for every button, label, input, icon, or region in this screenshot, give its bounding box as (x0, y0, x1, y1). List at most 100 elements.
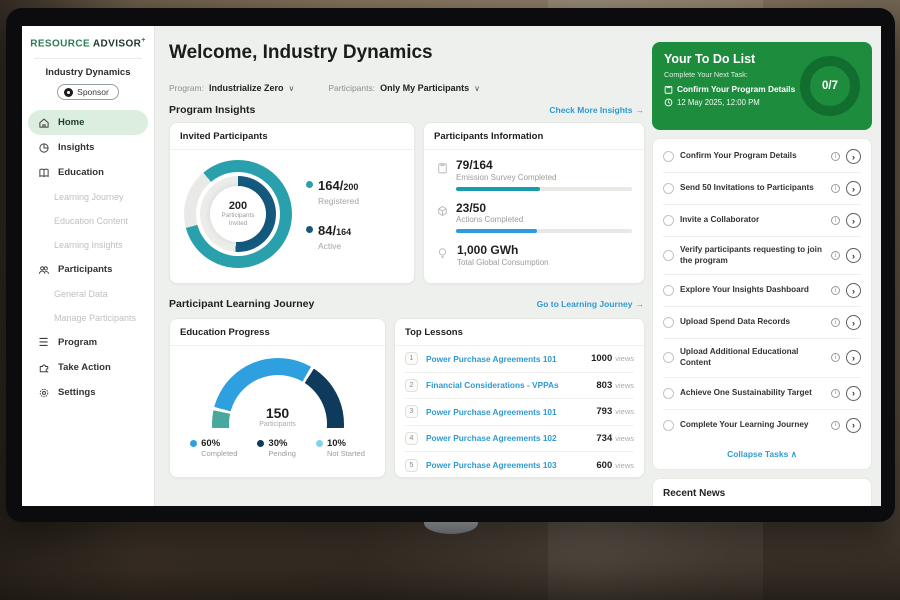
collapse-label: Collapse Tasks (727, 449, 788, 459)
legend-denominator: 164 (336, 227, 351, 237)
sidebar-item-program[interactable]: ☰ Program (28, 330, 148, 355)
lesson-link[interactable]: Power Purchase Agreements 101 (426, 354, 591, 364)
sidebar-item-manage-participants[interactable]: Manage Participants (22, 306, 154, 330)
people-icon (37, 263, 50, 276)
task-checkbox[interactable] (663, 250, 674, 261)
gauge-label: Participants (212, 421, 344, 428)
due-date-row: 12 May 2025, 12:00 PM (664, 98, 795, 107)
legend-active: 84/164 Active (306, 222, 359, 251)
check-more-insights-link[interactable]: Check More Insights→ (549, 105, 644, 115)
task-open-button[interactable]: › (846, 181, 861, 196)
views-label: views (615, 461, 634, 470)
link-label: Go to Learning Journey (537, 299, 633, 309)
sidebar-nav: Home Insights Education Learning Journey… (22, 110, 154, 405)
lesson-link[interactable]: Financial Considerations - VPPAs (426, 380, 596, 390)
light-blue-dot-icon (316, 440, 323, 447)
lesson-link[interactable]: Power Purchase Agreements 103 (426, 460, 596, 470)
sidebar-item-label: Home (58, 117, 84, 128)
brand-logo[interactable]: RESOURCE ADVISOR+ (22, 26, 154, 49)
info-icon[interactable]: i (831, 216, 840, 225)
task-checkbox[interactable] (663, 183, 674, 194)
info-icon[interactable]: i (831, 318, 840, 327)
sponsor-icon (64, 88, 73, 97)
next-task-label: Confirm Your Program Details (677, 84, 795, 94)
task-open-button[interactable]: › (846, 213, 861, 228)
sidebar-item-education[interactable]: Education (28, 160, 148, 185)
todo-title: Your To Do List (664, 52, 795, 66)
participants-filter-label: Participants: (328, 83, 375, 93)
legend-denominator: 200 (343, 182, 358, 192)
list-icon: ☰ (37, 336, 50, 349)
participants-information-card: Participants Information 79/164 Emission… (423, 122, 645, 284)
section-title: Participant Learning Journey (169, 298, 314, 310)
task-checkbox[interactable] (663, 285, 674, 296)
sidebar-item-settings[interactable]: Settings (28, 380, 148, 405)
task-checkbox[interactable] (663, 215, 674, 226)
todo-progress-ring: 0/7 (800, 56, 860, 116)
chevron-right-icon: › (852, 286, 855, 296)
sidebar-item-insights[interactable]: Insights (28, 135, 148, 160)
chevron-right-icon: › (852, 353, 855, 363)
sidebar-item-take-action[interactable]: Take Action (28, 355, 148, 380)
sidebar-item-label: Insights (58, 142, 94, 153)
task-checkbox[interactable] (663, 388, 674, 399)
sidebar-item-education-content[interactable]: Education Content (22, 209, 154, 233)
task-open-button[interactable]: › (846, 149, 861, 164)
info-icon[interactable]: i (831, 353, 840, 362)
task-checkbox[interactable] (663, 420, 674, 431)
go-to-learning-journey-link[interactable]: Go to Learning Journey→ (537, 299, 644, 309)
task-label: Upload Additional Educational Content (680, 347, 825, 368)
task-open-button[interactable]: › (846, 418, 861, 433)
task-open-button[interactable]: › (846, 315, 861, 330)
views-count: 734 (596, 433, 612, 444)
task-label: Invite a Collaborator (680, 215, 825, 226)
navy-dot-icon (306, 226, 313, 233)
info-icon[interactable]: i (831, 389, 840, 398)
sidebar-item-participants[interactable]: Participants (28, 257, 148, 282)
blue-dot-icon (190, 440, 197, 447)
task-open-button[interactable]: › (846, 350, 861, 365)
donut-center: 200 Participants Invited (210, 186, 266, 242)
progress-bar (456, 187, 632, 191)
rank-badge: 1 (405, 352, 418, 365)
photo-background: RESOURCE ADVISOR+ Industry Dynamics Spon… (0, 0, 900, 600)
task-label: Achieve One Sustainability Target (680, 388, 825, 399)
info-icon[interactable]: i (831, 152, 840, 161)
chevron-right-icon: › (852, 152, 855, 162)
task-open-button[interactable]: › (846, 248, 861, 263)
invited-donut-chart: 200 Participants Invited (184, 160, 292, 268)
progress-fill (456, 229, 537, 233)
task-open-button[interactable]: › (846, 386, 861, 401)
task-checkbox[interactable] (663, 151, 674, 162)
sidebar-item-learning-journey[interactable]: Learning Journey (22, 185, 154, 209)
next-task-row: Confirm Your Program Details (664, 84, 795, 94)
todo-counter: 0/7 (822, 80, 838, 92)
invited-card-body: 200 Participants Invited 164/200 Registe… (170, 150, 414, 276)
lesson-link[interactable]: Power Purchase Agreements 102 (426, 433, 596, 443)
page-title: Welcome, Industry Dynamics (169, 42, 433, 64)
sidebar-item-general-data[interactable]: General Data (22, 282, 154, 306)
org-name: Industry Dynamics (22, 67, 154, 78)
sidebar-item-home[interactable]: Home (28, 110, 148, 135)
info-icon[interactable]: i (831, 251, 840, 260)
info-icon[interactable]: i (831, 184, 840, 193)
views-count: 803 (596, 380, 612, 391)
pie-chart-icon (37, 141, 50, 154)
lesson-link[interactable]: Power Purchase Agreements 101 (426, 407, 596, 417)
progress-fill (456, 187, 540, 191)
task-row: Verify participants requesting to join t… (663, 237, 861, 275)
program-filter[interactable]: Program:Industrialize Zero∨ (169, 78, 294, 96)
clock-icon (664, 98, 673, 107)
info-icon[interactable]: i (831, 421, 840, 430)
info-icon[interactable]: i (831, 286, 840, 295)
program-insights-header: Program Insights Check More Insights→ (169, 104, 644, 116)
task-checkbox[interactable] (663, 352, 674, 363)
chevron-right-icon: › (852, 420, 855, 430)
sidebar-item-label: Take Action (58, 362, 111, 373)
collapse-tasks-link[interactable]: Collapse Tasks ∧ (663, 441, 861, 466)
sidebar-item-learning-insights[interactable]: Learning Insights (22, 233, 154, 257)
participants-filter[interactable]: Participants:Only My Participants∨ (328, 78, 480, 96)
task-open-button[interactable]: › (846, 283, 861, 298)
task-checkbox[interactable] (663, 317, 674, 328)
legend-not-started: 10% Not Started (316, 438, 365, 458)
